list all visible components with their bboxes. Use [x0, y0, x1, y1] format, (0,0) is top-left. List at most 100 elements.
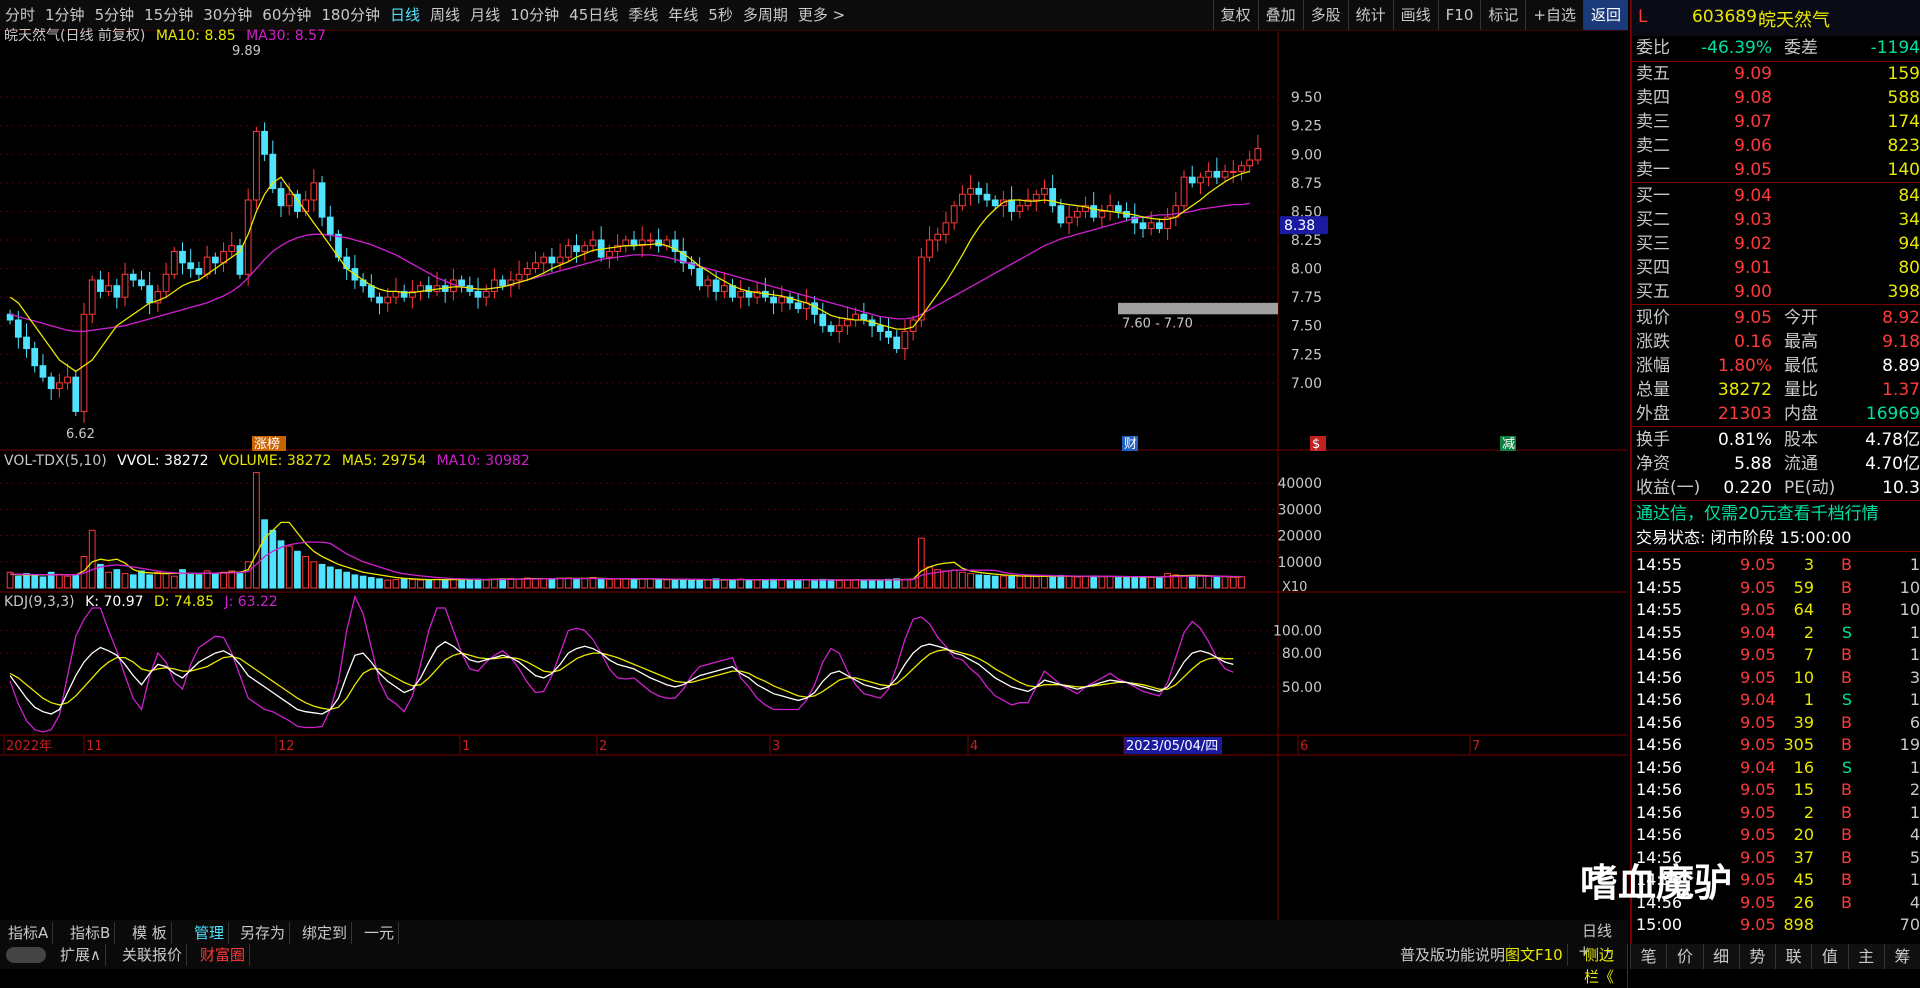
period-tab[interactable]: 5秒	[703, 0, 738, 30]
period-tab[interactable]: 10分钟	[505, 0, 564, 30]
candle-body	[696, 268, 704, 287]
volume-bar	[729, 579, 736, 589]
volume-bar	[1032, 576, 1040, 589]
volume-bar	[1065, 575, 1073, 589]
toggle-switch[interactable]	[6, 947, 46, 963]
volume-bar	[1180, 574, 1188, 589]
sell-level[interactable]: 卖一 9.05 140	[1632, 158, 1920, 182]
tick-time: 14:56	[1636, 667, 1683, 687]
extension-tab[interactable]: 关联报价	[118, 944, 188, 966]
period-tab[interactable]: 周线	[425, 0, 465, 30]
tick-row: 14:56 9.05 20 B 4	[1632, 823, 1920, 846]
volume-bar	[663, 579, 671, 589]
indicator-tab[interactable]: 模 板	[128, 922, 172, 944]
tick-time: 14:56	[1636, 757, 1683, 777]
buy-level[interactable]: 买三 9.02 94	[1632, 232, 1920, 256]
tick-side: B	[1841, 667, 1852, 687]
indicator-tab[interactable]: 另存为	[236, 922, 291, 944]
volume-bar	[605, 578, 613, 589]
indicator-tab[interactable]: 指标B	[66, 922, 116, 944]
toolbar-button[interactable]: 标记	[1480, 0, 1525, 30]
tick-price: 9.04	[1740, 622, 1776, 642]
level-label: 买四	[1636, 258, 1670, 278]
level-price: 9.05	[1734, 160, 1772, 180]
extension-tab[interactable]: 扩展∧	[56, 944, 106, 966]
period-tab[interactable]: 年线	[663, 0, 703, 30]
level-label: 卖四	[1636, 88, 1670, 108]
candle-body	[1114, 205, 1122, 212]
period-tab[interactable]: 更多 >	[793, 0, 850, 30]
candle-body	[958, 193, 966, 207]
period-tab[interactable]: 45日线	[564, 0, 623, 30]
quote-row: 外盘 21303 内盘 16969	[1632, 402, 1920, 426]
toolbar-button[interactable]: F10	[1437, 0, 1481, 30]
toolbar-button[interactable]: 叠加	[1257, 0, 1303, 30]
event-badge-label: 减	[1502, 437, 1515, 452]
toolbar-button[interactable]: 画线	[1392, 0, 1438, 30]
volume-bar	[647, 578, 654, 589]
tick-volume: 15	[1793, 780, 1814, 799]
price-tick-label: 7.00	[1291, 376, 1322, 392]
volume-bar	[975, 574, 983, 589]
buy-level[interactable]: 买四 9.01 80	[1632, 256, 1920, 280]
zoom-in-button[interactable]: +	[1578, 942, 1591, 960]
price-tick-label: 7.25	[1291, 347, 1322, 363]
volume-bar	[638, 578, 646, 589]
period-tab[interactable]: 季线	[623, 0, 663, 30]
volume-bar	[1205, 575, 1213, 589]
level-price: 9.09	[1734, 64, 1772, 84]
footer-link[interactable]: 普及版功能说明	[1396, 944, 1511, 966]
extension-tab[interactable]: 财富圈	[196, 944, 251, 966]
panel-tab[interactable]: 细	[1702, 944, 1739, 969]
indicator-tab[interactable]: 指标A	[4, 922, 54, 944]
sell-level[interactable]: 卖四 9.08 588	[1632, 86, 1920, 110]
volume-bar	[408, 579, 416, 589]
tick-side: B	[1841, 555, 1852, 574]
quote-row: 涨幅 1.80% 最低 8.89	[1632, 354, 1920, 378]
quote-label: 涨幅	[1636, 356, 1670, 376]
panel-tab[interactable]: 联	[1775, 944, 1811, 969]
sell-level[interactable]: 卖三 9.07 174	[1632, 110, 1920, 134]
buy-level[interactable]: 买五 9.00 398	[1632, 280, 1920, 304]
tick-price: 9.05	[1740, 802, 1776, 822]
buy-level[interactable]: 买二 9.03 34	[1632, 208, 1920, 232]
volume-bar	[195, 574, 203, 589]
footer-link[interactable]: 图文F10	[1501, 944, 1568, 966]
period-tab[interactable]: 日线	[385, 0, 425, 30]
toolbar-button[interactable]: 多股	[1302, 0, 1348, 30]
indicator-tab[interactable]: 一元	[360, 922, 400, 944]
toolbar-right: 复权 叠加 多股 统计 画线 F10 标记 +自选 返回	[1212, 0, 1628, 30]
buy-level[interactable]: 买一 9.04 84	[1632, 184, 1920, 208]
tick-count: 5	[1909, 847, 1920, 867]
panel-tab[interactable]: 价	[1666, 944, 1702, 969]
toolbar-button[interactable]: 统计	[1347, 0, 1393, 30]
promo-banner[interactable]: 通达信，仅需20元查看千档行情	[1632, 502, 1920, 526]
tick-count: 4	[1909, 825, 1920, 844]
tick-row: 14:56 9.05 2 B 1	[1632, 801, 1920, 824]
sell-level[interactable]: 卖五 9.09 159	[1632, 62, 1920, 86]
indicator-tab[interactable]: 绑定到	[298, 922, 353, 944]
toolbar-button[interactable]: 复权	[1212, 0, 1258, 30]
quote-label: 外盘	[1636, 404, 1670, 424]
volume-bar	[753, 579, 761, 589]
candle-body	[770, 296, 777, 304]
toolbar-button[interactable]: +自选	[1525, 0, 1583, 30]
candle-body	[105, 285, 112, 292]
price-tick-label: 8.00	[1291, 262, 1322, 278]
volume-bar	[326, 566, 334, 589]
volume-bar	[1197, 575, 1204, 589]
sell-level[interactable]: 卖二 9.06 823	[1632, 134, 1920, 158]
panel-tab[interactable]: 值	[1811, 944, 1847, 969]
panel-tab[interactable]: 势	[1738, 944, 1775, 969]
tick-time: 14:56	[1636, 802, 1683, 822]
indicator-tab[interactable]: 管理	[190, 922, 230, 944]
level-label: 买三	[1636, 234, 1670, 254]
panel-tab[interactable]: 主	[1847, 944, 1884, 969]
period-tab[interactable]: 月线	[465, 0, 505, 30]
toolbar-button[interactable]: 返回	[1582, 0, 1628, 30]
volume-bar	[129, 574, 137, 589]
panel-tab[interactable]: 筹	[1883, 944, 1920, 969]
panel-tab[interactable]: 笔	[1630, 944, 1666, 969]
zoom-out-button[interactable]: -	[1606, 942, 1611, 960]
period-tab[interactable]: 多周期	[738, 0, 793, 30]
